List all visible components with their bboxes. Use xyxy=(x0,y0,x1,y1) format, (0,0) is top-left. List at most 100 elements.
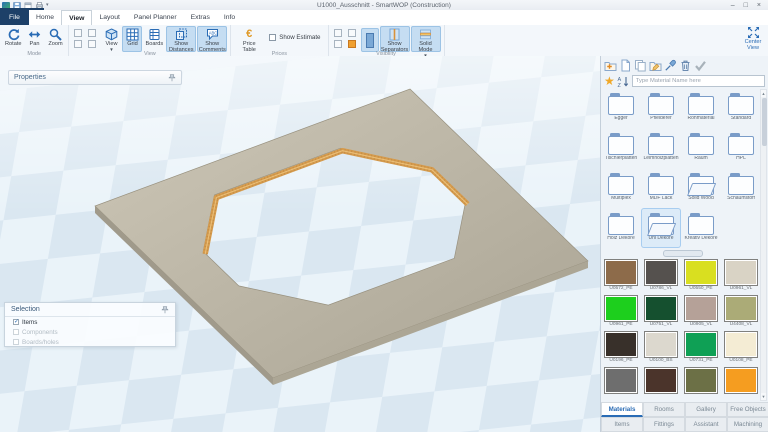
add-folder-icon[interactable] xyxy=(604,59,617,72)
material-folder-pfleiderer[interactable]: Pfleiderer xyxy=(641,88,681,128)
material-swatch[interactable]: U0100_BS xyxy=(641,330,681,366)
view-button[interactable]: View▼ xyxy=(101,26,121,52)
material-folder-egger[interactable]: Egger xyxy=(601,88,641,128)
customize-caret[interactable]: ▾ xyxy=(46,2,49,8)
show-distances-button[interactable]: Show Distances xyxy=(166,26,196,52)
sort-az-icon[interactable]: AZ xyxy=(617,75,630,88)
svg-text:Z: Z xyxy=(617,83,621,88)
material-swatch[interactable] xyxy=(601,366,641,402)
material-folder-schaumstoff[interactable]: Schaumstoff xyxy=(721,168,761,208)
material-folder-rohmaterial[interactable]: Rohmaterial xyxy=(681,88,721,128)
small-view-tool-icon-4[interactable] xyxy=(88,40,96,48)
scroll-thumb[interactable] xyxy=(762,98,767,146)
material-folder-leimholzplatten[interactable]: Leimholzplatten xyxy=(641,128,681,168)
properties-panel-header[interactable]: Properties xyxy=(8,70,182,85)
material-folder-standard[interactable]: Standard xyxy=(721,88,761,128)
highlight-tool-icon[interactable] xyxy=(348,40,356,48)
scroll-up-arrow[interactable]: ▲ xyxy=(761,90,766,97)
tab-home[interactable]: Home xyxy=(29,10,61,25)
show-comments-button[interactable]: ABCShow Comments xyxy=(197,26,227,52)
small-view-tool-icon-3[interactable] xyxy=(74,40,82,48)
folder-swatch-divider-handle[interactable] xyxy=(663,250,703,257)
material-folder-mdf-lack[interactable]: MDF Lack xyxy=(641,168,681,208)
tab-file[interactable]: File xyxy=(0,10,29,25)
checkbox-icon[interactable] xyxy=(13,329,19,335)
viewport-3d[interactable]: Properties Selection ✓ItemsComponentsBoa… xyxy=(0,56,600,432)
tab-panel-planner[interactable]: Panel Planner xyxy=(127,10,184,25)
delete-icon[interactable] xyxy=(679,59,692,72)
panel-tab-materials[interactable]: Materials xyxy=(601,402,643,417)
tab-info[interactable]: Info xyxy=(217,10,242,25)
confirm-icon[interactable] xyxy=(694,59,707,72)
small-visibility-tool-icon-3[interactable] xyxy=(334,40,342,48)
folder-icon xyxy=(688,136,714,155)
small-view-tool-icon-2[interactable] xyxy=(88,29,96,37)
panel-tab-machining[interactable]: Machining xyxy=(727,417,768,432)
tab-view[interactable]: View xyxy=(61,10,92,25)
material-swatch[interactable] xyxy=(641,366,681,402)
rotate-button[interactable]: Rotate xyxy=(3,26,23,52)
panel-tab-free-objects[interactable]: Free Objects xyxy=(727,402,768,417)
small-visibility-tool-icon-2[interactable] xyxy=(348,29,356,37)
pin-icon[interactable] xyxy=(161,306,169,314)
small-visibility-tool-icon-1[interactable] xyxy=(334,29,342,37)
scroll-down-arrow[interactable]: ▼ xyxy=(761,393,766,400)
material-swatch[interactable]: U0572_PE xyxy=(601,258,641,294)
material-search-input[interactable] xyxy=(632,75,765,87)
maximize-button[interactable]: □ xyxy=(744,2,748,9)
material-swatch[interactable]: U0786_VL xyxy=(641,258,681,294)
material-folder-kreativ-dekore[interactable]: Kreativ Dekore xyxy=(681,208,721,248)
material-folder-hpl[interactable]: HPL xyxy=(721,128,761,168)
panel-tab-gallery[interactable]: Gallery xyxy=(685,402,727,417)
add-material-icon[interactable] xyxy=(619,59,632,72)
material-folder-solid-wood[interactable]: Solid Wood xyxy=(681,168,721,208)
selection-option-boards-holes[interactable]: Boards/holes xyxy=(5,337,175,347)
checkbox-icon[interactable] xyxy=(13,339,19,345)
minimize-button[interactable]: – xyxy=(731,2,735,9)
selection-option-components[interactable]: Components xyxy=(5,327,175,337)
tab-layout[interactable]: Layout xyxy=(92,10,126,25)
board-visibility-button[interactable] xyxy=(361,28,379,52)
price-table-button[interactable]: €Price Table xyxy=(234,26,264,52)
material-folder-tischlerplatten[interactable]: Tischlerplatten xyxy=(601,128,641,168)
favorites-star-icon[interactable]: ★ xyxy=(604,75,615,87)
show-separators-button[interactable]: Show Separators xyxy=(380,26,410,52)
material-swatch[interactable]: U0108_PE xyxy=(721,330,761,366)
pan-button[interactable]: Pan xyxy=(24,26,44,52)
material-swatch[interactable]: U0905_VL xyxy=(681,294,721,330)
material-swatch[interactable]: U0550_PE xyxy=(681,258,721,294)
material-swatch[interactable]: U0196_PE xyxy=(601,330,641,366)
panel-tab-assistant[interactable]: Assistant xyxy=(685,417,727,432)
tab-extras[interactable]: Extras xyxy=(184,10,217,25)
center-view-button[interactable]: Center View xyxy=(740,25,766,55)
material-swatch[interactable]: U0731_PE xyxy=(681,330,721,366)
material-folder-holz-dekore[interactable]: Holz Dekore xyxy=(601,208,641,248)
material-swatch[interactable]: U0751_VL xyxy=(641,294,681,330)
copy-icon[interactable] xyxy=(634,59,647,72)
grid-button[interactable]: Grid xyxy=(122,26,142,52)
small-view-tool-icon-1[interactable] xyxy=(74,29,82,37)
scrollbar[interactable]: ▲ ▼ xyxy=(760,89,767,401)
pin-icon[interactable] xyxy=(168,74,176,82)
panel-tab-items[interactable]: Items xyxy=(601,417,643,432)
show-estimate-checkbox[interactable]: Show Estimate xyxy=(269,34,320,41)
panel-tab-rooms[interactable]: Rooms xyxy=(643,402,685,417)
material-swatch[interactable]: U4408_VL xyxy=(721,294,761,330)
checkbox-icon[interactable]: ✓ xyxy=(13,319,19,325)
material-swatch[interactable]: U0961_PE xyxy=(601,294,641,330)
material-swatch[interactable] xyxy=(681,366,721,402)
panel-3d-board[interactable] xyxy=(0,56,600,432)
solid-mode-button[interactable]: Solid Mode▼ xyxy=(411,26,441,52)
eyedropper-icon[interactable] xyxy=(664,59,677,72)
panel-tab-fittings[interactable]: Fittings xyxy=(643,417,685,432)
material-folder-raum[interactable]: Raum xyxy=(681,128,721,168)
material-swatch[interactable] xyxy=(721,366,761,402)
material-folder-uni-dekore[interactable]: Uni Dekore xyxy=(641,208,681,248)
material-folder-multiplex[interactable]: Multiplex xyxy=(601,168,641,208)
zoom-button[interactable]: Zoom xyxy=(45,26,65,52)
selection-option-items[interactable]: ✓Items xyxy=(5,317,175,327)
material-swatch[interactable]: U0961_VL xyxy=(721,258,761,294)
boards-button[interactable]: Boards xyxy=(143,26,165,52)
edit-folder-icon[interactable] xyxy=(649,59,662,72)
close-button[interactable]: × xyxy=(757,2,761,9)
